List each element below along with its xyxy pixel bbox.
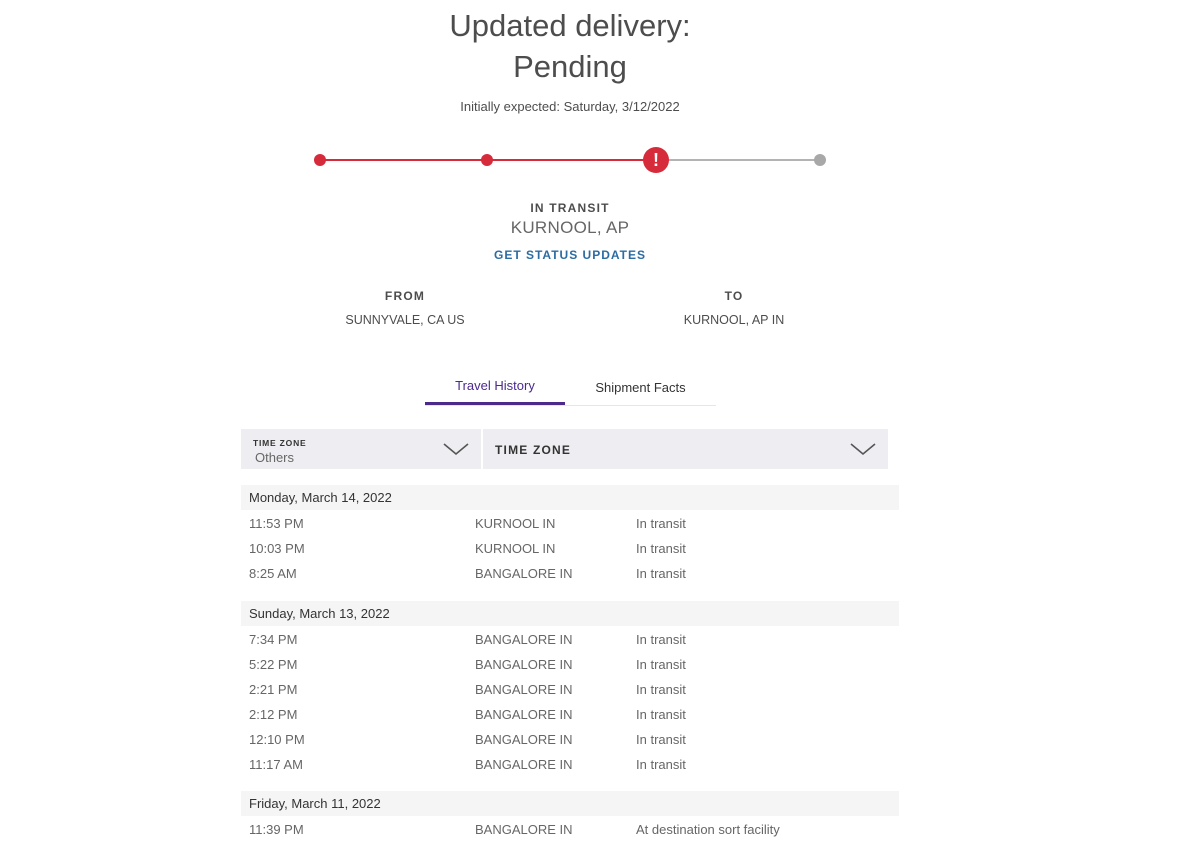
from-label: FROM [384, 289, 426, 303]
history-date-header: Sunday, March 13, 2022 [241, 601, 899, 626]
history-row-time: 8:25 AM [249, 566, 297, 581]
history-row-location: BANGALORE IN [475, 732, 573, 747]
history-row-time: 11:17 AM [249, 757, 303, 772]
history-row-status: In transit [636, 732, 686, 747]
to-value: KURNOOL, AP IN [683, 313, 785, 327]
history-tabs: Travel History Shipment Facts [425, 370, 716, 406]
history-row-time: 2:12 PM [249, 707, 298, 722]
history-row: 2:12 PM BANGALORE IN In transit [241, 702, 899, 727]
history-row-time: 11:53 PM [249, 516, 304, 531]
history-row-status: In transit [636, 682, 686, 697]
timezone-select[interactable]: TIME ZONE Others [241, 429, 481, 469]
chevron-down-icon [850, 443, 876, 456]
tab-shipment-facts[interactable]: Shipment Facts [565, 370, 716, 405]
history-row-status: In transit [636, 516, 686, 531]
history-row: 7:34 PM BANGALORE IN In transit [241, 627, 899, 652]
timezone-secondary-label: TIME ZONE [495, 443, 572, 457]
history-row-status: In transit [636, 757, 686, 772]
history-row: 11:39 PM BANGALORE IN At destination sort … [241, 817, 899, 842]
history-row-time: 12:10 PM [249, 732, 305, 747]
chevron-down-icon [443, 443, 469, 456]
history-row-location: BANGALORE IN [475, 657, 573, 672]
timezone-select-secondary[interactable]: TIME ZONE [483, 429, 888, 469]
history-row: 5:22 PM BANGALORE IN In transit [241, 652, 899, 677]
progress-step-1-dot [314, 154, 326, 166]
from-value: SUNNYVALE, CA US [345, 313, 465, 327]
history-date-header: Friday, March 11, 2022 [241, 791, 899, 816]
history-row-time: 7:34 PM [249, 632, 298, 647]
history-row-location: BANGALORE IN [475, 682, 573, 697]
history-row-time: 2:21 PM [249, 682, 298, 697]
history-row-status: In transit [636, 632, 686, 647]
history-row-location: BANGALORE IN [475, 707, 573, 722]
current-location: KURNOOL, AP [510, 218, 630, 237]
to-label: TO [724, 289, 744, 303]
history-row-time: 10:03 PM [249, 541, 305, 556]
history-row: 10:03 PM KURNOOL IN In transit [241, 536, 899, 561]
history-row-time: 5:22 PM [249, 657, 298, 672]
history-row-location: BANGALORE IN [475, 822, 573, 837]
tab-travel-history[interactable]: Travel History [425, 370, 565, 405]
history-row: 11:53 PM KURNOOL IN In transit [241, 511, 899, 536]
history-row-status: At destination sort facility [636, 822, 780, 837]
history-row-location: BANGALORE IN [475, 566, 573, 581]
history-row: 11:17 AM BANGALORE IN In transit [241, 752, 899, 777]
timezone-select-label: TIME ZONE [253, 438, 307, 448]
progress-alert-icon: ! [643, 147, 669, 173]
history-row: 8:25 AM BANGALORE IN In transit [241, 561, 899, 586]
progress-step-2-dot [481, 154, 493, 166]
history-row-status: In transit [636, 657, 686, 672]
history-row-location: KURNOOL IN [475, 541, 556, 556]
history-row-status: In transit [636, 566, 686, 581]
delivery-title-line1: Updated delivery: [449, 8, 691, 43]
history-row-status: In transit [636, 541, 686, 556]
history-row-time: 11:39 PM [249, 822, 304, 837]
delivery-title-line2: Pending [513, 49, 627, 84]
progress-step-4-dot [814, 154, 826, 166]
get-status-updates-link[interactable]: GET STATUS UPDATES [0, 248, 1140, 262]
history-row: 2:21 PM BANGALORE IN In transit [241, 677, 899, 702]
progress-segment-1 [320, 159, 490, 161]
history-row-location: BANGALORE IN [475, 757, 573, 772]
history-row: 12:10 PM BANGALORE IN In transit [241, 727, 899, 752]
timezone-select-value: Others [255, 450, 295, 465]
history-row-location: BANGALORE IN [475, 632, 573, 647]
delivery-progress-tracker: ! [310, 144, 830, 176]
progress-segment-3 [656, 159, 820, 161]
history-row-location: KURNOOL IN [475, 516, 556, 531]
history-date-header: Monday, March 14, 2022 [241, 485, 899, 510]
status-label: IN TRANSIT [530, 201, 610, 215]
initially-expected-date: Initially expected: Saturday, 3/12/2022 [460, 99, 680, 114]
history-row-status: In transit [636, 707, 686, 722]
progress-segment-2 [490, 159, 656, 161]
